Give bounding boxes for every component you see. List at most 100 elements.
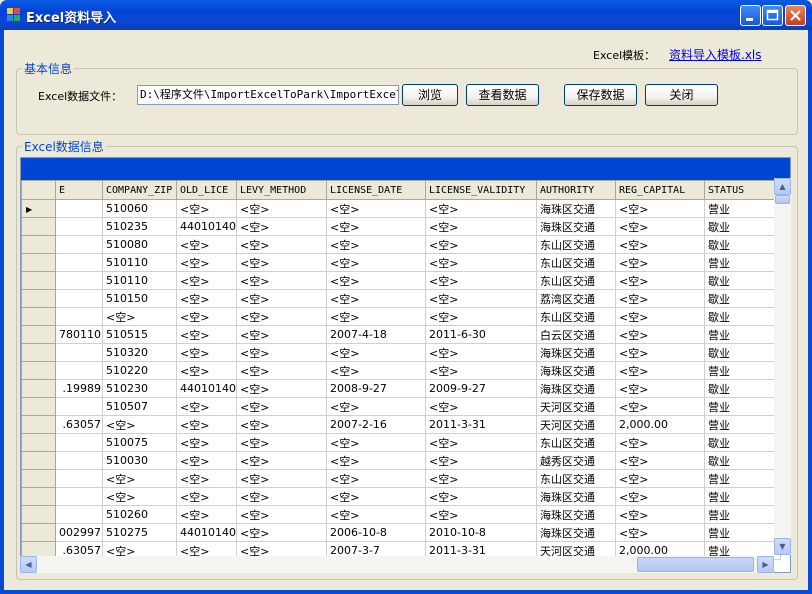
column-header[interactable]: COMPANY_ZIP [102,180,177,200]
table-cell[interactable]: <空> [236,343,327,362]
scroll-down-icon[interactable]: ▼ [774,538,791,555]
table-cell[interactable]: <空> [425,307,537,326]
table-cell[interactable]: <空> [176,271,237,290]
table-row[interactable]: 510110 <空> <空> <空> <空> 东山区交通 <空> 营业 [21,253,781,272]
table-cell[interactable]: <空> [615,397,705,416]
table-cell[interactable]: 510230 [102,379,177,398]
table-cell[interactable] [55,487,103,506]
row-header[interactable] [21,271,56,290]
table-cell[interactable]: 营业 [704,397,781,416]
table-cell[interactable]: <空> [326,253,426,272]
row-header[interactable] [21,325,56,344]
table-cell[interactable]: <空> [236,307,327,326]
column-header[interactable]: LICENSE_VALIDITY [425,180,537,200]
table-cell[interactable]: <空> [615,361,705,380]
table-cell[interactable]: <空> [176,253,237,272]
table-cell[interactable]: <空> [326,217,426,236]
row-header[interactable] [21,343,56,362]
table-cell[interactable]: <空> [615,289,705,308]
close-button[interactable]: 关闭 [645,84,718,106]
table-cell[interactable]: <空> [615,433,705,452]
table-cell[interactable]: <空> [176,325,237,344]
table-cell[interactable]: .19989 [55,379,103,398]
table-cell[interactable]: 海珠区交通 [536,487,616,506]
row-header[interactable] [21,379,56,398]
table-cell[interactable] [55,433,103,452]
vertical-scroll-thumb[interactable] [775,195,790,204]
table-cell[interactable]: <空> [236,397,327,416]
table-cell[interactable]: 510110 [102,253,177,272]
table-cell[interactable]: <空> [176,469,237,488]
table-cell[interactable]: <空> [102,307,177,326]
table-cell[interactable]: 510060 [102,199,177,218]
browse-button[interactable]: 浏览 [402,84,458,106]
row-header[interactable] [21,217,56,236]
table-cell[interactable] [55,199,103,218]
table-row[interactable]: 510110 <空> <空> <空> <空> 东山区交通 <空> 歇业 [21,271,781,290]
data-grid[interactable]: E COMPANY_ZIP OLD_LICE LEVY_METHOD LICENSE_D… [20,157,791,573]
table-cell[interactable]: <空> [236,523,327,542]
table-cell[interactable]: 44010140 [176,523,237,542]
row-header[interactable] [21,397,56,416]
table-cell[interactable]: <空> [425,361,537,380]
table-cell[interactable]: 510110 [102,271,177,290]
table-cell[interactable]: <空> [615,469,705,488]
table-row[interactable]: .63057 <空> <空> <空> 2007-2-16 2011-3-31 天河区交通 2,… [21,415,781,434]
table-cell[interactable] [55,217,103,236]
view-data-button[interactable]: 查看数据 [466,84,539,106]
table-row[interactable]: 002997 510275 44010140 <空> 2006-10-8 2010-10-… [21,523,781,542]
save-data-button[interactable]: 保存数据 [564,84,637,106]
table-cell[interactable]: 营业 [704,469,781,488]
table-cell[interactable]: <空> [176,505,237,524]
table-cell[interactable] [55,271,103,290]
table-cell[interactable]: 东山区交通 [536,433,616,452]
table-cell[interactable]: <空> [425,487,537,506]
table-cell[interactable]: 2009-9-27 [425,379,537,398]
table-cell[interactable]: <空> [615,307,705,326]
table-cell[interactable]: 白云区交通 [536,325,616,344]
table-cell[interactable]: <空> [236,451,327,470]
table-cell[interactable]: <空> [176,235,237,254]
table-cell[interactable] [55,289,103,308]
table-cell[interactable]: 44010140 [176,379,237,398]
table-cell[interactable]: <空> [615,325,705,344]
table-cell[interactable]: <空> [615,271,705,290]
row-header-current[interactable]: ▶ [21,199,56,218]
table-cell[interactable]: 780110 [55,325,103,344]
table-cell[interactable]: <空> [236,253,327,272]
table-cell[interactable]: 海珠区交通 [536,505,616,524]
row-header[interactable] [21,307,56,326]
table-cell[interactable]: <空> [176,289,237,308]
scroll-right-icon[interactable]: ▶ [757,556,774,573]
table-cell[interactable]: 510320 [102,343,177,362]
row-header[interactable] [21,487,56,506]
table-cell[interactable]: 海珠区交通 [536,199,616,218]
table-cell[interactable]: <空> [326,199,426,218]
table-cell[interactable]: 营业 [704,199,781,218]
table-cell[interactable]: <空> [176,307,237,326]
table-cell[interactable]: 营业 [704,253,781,272]
table-cell[interactable]: <空> [102,469,177,488]
table-row[interactable]: <空> <空> <空> <空> <空> 海珠区交通 <空> 营业 [21,487,781,506]
table-cell[interactable]: <空> [615,379,705,398]
column-header[interactable]: LICENSE_DATE [326,180,426,200]
table-row[interactable]: 510075 <空> <空> <空> <空> 东山区交通 <空> 歇业 [21,433,781,452]
table-cell[interactable]: 营业 [704,523,781,542]
table-cell[interactable]: 歇业 [704,343,781,362]
table-cell[interactable]: <空> [425,505,537,524]
table-cell[interactable] [55,505,103,524]
table-cell[interactable]: <空> [615,343,705,362]
table-cell[interactable]: <空> [236,199,327,218]
row-header[interactable] [21,523,56,542]
table-cell[interactable]: <空> [236,505,327,524]
table-cell[interactable]: <空> [236,415,327,434]
table-cell[interactable]: 海珠区交通 [536,361,616,380]
table-cell[interactable]: <空> [102,415,177,434]
table-cell[interactable]: <空> [615,487,705,506]
table-cell[interactable]: 510235 [102,217,177,236]
table-cell[interactable]: <空> [176,451,237,470]
table-cell[interactable]: <空> [176,199,237,218]
table-cell[interactable]: <空> [326,451,426,470]
table-cell[interactable]: <空> [425,469,537,488]
table-cell[interactable]: 营业 [704,325,781,344]
